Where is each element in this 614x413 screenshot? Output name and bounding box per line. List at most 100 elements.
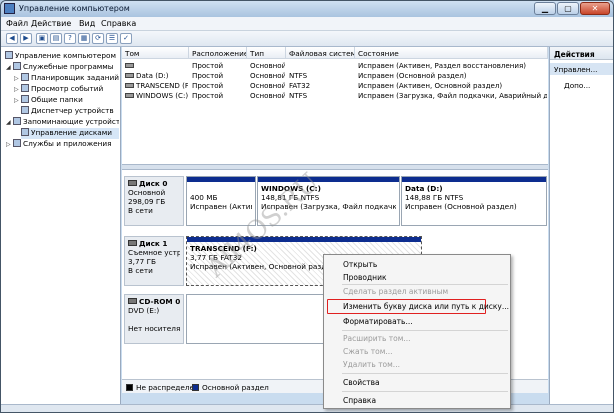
forward-icon[interactable]: ▶ xyxy=(20,33,32,44)
tree-item-label: Общие папки xyxy=(31,95,83,104)
up-folder-icon[interactable]: ▣ xyxy=(36,33,48,44)
cell-text: WINDOWS (C:) xyxy=(136,91,188,100)
table-cell: Простой xyxy=(192,81,246,91)
tree-item[interactable]: Просмотр событий xyxy=(21,84,119,95)
cell-text: Основной xyxy=(250,71,285,80)
checklist-icon[interactable]: ✓ xyxy=(120,33,132,44)
list-icon[interactable]: ☰ xyxy=(106,33,118,44)
context-menu-item[interactable]: Открыть xyxy=(324,259,510,271)
table-cell: TRANSCEND (F:) xyxy=(125,81,188,91)
cell-text: Простой xyxy=(192,81,224,90)
tree-item-label: Запоминающие устройст xyxy=(23,117,119,126)
cell-text: Основной xyxy=(250,91,285,100)
menu-action[interactable]: Действие xyxy=(31,19,71,28)
disk-0-name: Диск 0 xyxy=(139,179,168,188)
table-cell: Исправен (Загрузка, Файл подкачки, Авари… xyxy=(358,91,547,101)
tree-item[interactable]: Управление компьютером (л xyxy=(5,51,119,62)
tree-expander-icon[interactable]: ▷ xyxy=(14,97,19,104)
column-header[interactable]: Том xyxy=(122,47,189,59)
close-button[interactable]: ✕ xyxy=(580,2,610,15)
tree-expander-icon[interactable]: ◢ xyxy=(6,119,11,126)
cdrom-0-status: Нет носителя xyxy=(128,324,180,333)
partition-size: 148,88 ГБ NTFS xyxy=(405,193,464,202)
column-header[interactable]: Расположение xyxy=(189,47,247,59)
actions-disk-management[interactable]: Управлен... xyxy=(550,63,613,75)
minimize-button[interactable]: ▁ xyxy=(534,2,556,15)
show-hide-tree-icon[interactable]: ▤ xyxy=(50,33,62,44)
disk-1-label[interactable]: Диск 1 Съемное устро 3,77 ГБ В сети xyxy=(124,236,184,286)
partition-windows-c[interactable]: WINDOWS (C:) 148,81 ГБ NTFS Исправен (За… xyxy=(257,176,400,226)
tree-item[interactable]: Служебные программы xyxy=(13,62,119,73)
table-cell: Простой xyxy=(192,71,246,81)
tree-item[interactable]: Диспетчер устройств xyxy=(21,106,119,117)
partition-name: WINDOWS (C:) xyxy=(261,184,321,193)
help-icon[interactable]: ? xyxy=(64,33,76,44)
partition-size: 400 МБ xyxy=(190,193,218,202)
actions-more[interactable]: Допо... xyxy=(550,80,613,91)
context-menu-item[interactable]: Изменить букву диска или путь к диску... xyxy=(324,301,510,313)
computer-management-window: Управление компьютером ▁ ▢ ✕ Файл Действ… xyxy=(0,0,614,413)
cdrom-0-name: CD-ROM 0 xyxy=(139,297,180,306)
cell-text: Основной xyxy=(250,81,285,90)
table-cell: Основной xyxy=(250,71,285,81)
cdrom-0-label[interactable]: CD-ROM 0 DVD (E:) Нет носителя xyxy=(124,294,184,344)
column-header[interactable]: Тип xyxy=(247,47,286,59)
context-menu-item[interactable]: Справка xyxy=(324,395,510,407)
disk-0-size: 298,09 ГБ xyxy=(128,197,166,206)
back-icon[interactable]: ◀ xyxy=(6,33,18,44)
partition-status: Исправен (Активен xyxy=(190,202,252,211)
menu-separator xyxy=(342,330,508,331)
tree-node-icon xyxy=(21,95,29,103)
cell-text: Простой xyxy=(192,91,224,100)
tree-expander-icon[interactable]: ▷ xyxy=(6,141,11,148)
toolbar: ◀ ▶ ▣ ▤? ▦ ⟳ ☰ ✓ xyxy=(1,31,613,47)
context-menu-item[interactable]: Проводник xyxy=(324,272,510,284)
table-row[interactable]: WINDOWS (C:) Простой Основной NTFS Исправен … xyxy=(122,91,548,101)
tree-item-label: Службы и приложения xyxy=(23,139,112,148)
computer-management-icon xyxy=(4,3,15,14)
tree-item[interactable]: Службы и приложения xyxy=(13,139,119,150)
table-row[interactable]: Data (D:) Простой Основной NTFS Исправен (Ос… xyxy=(122,71,548,81)
partition-recovery[interactable]: 400 МБ Исправен (Активен xyxy=(186,176,256,226)
tree-item[interactable]: Общие папки xyxy=(21,95,119,106)
tree-expander-icon[interactable]: ▷ xyxy=(14,75,19,82)
tree-expander-icon[interactable]: ◢ xyxy=(6,64,11,71)
refresh-icon[interactable]: ⟳ xyxy=(92,33,104,44)
context-menu-item: Удалить том... xyxy=(343,360,400,369)
menu-view[interactable]: Вид xyxy=(79,19,95,28)
column-header[interactable]: Файловая система xyxy=(286,47,355,59)
tree-item[interactable]: Управление дисками xyxy=(21,128,119,139)
partition-size: 148,81 ГБ NTFS xyxy=(261,193,320,202)
table-row[interactable]: TRANSCEND (F:) Простой Основной FAT32 Исправ… xyxy=(122,81,548,91)
menu-help[interactable]: Справка xyxy=(101,19,136,28)
partition-status: Исправен (Загрузка, Файл подкачки, Ава xyxy=(261,202,396,211)
tree-node-icon xyxy=(13,117,21,125)
table-row[interactable]: Простой Основной Исправен (Активен, Раздел… xyxy=(122,61,548,71)
actions-pane: Действия Управлен... Допо... xyxy=(549,47,613,404)
tree-item-label: Управление компьютером (л xyxy=(15,51,119,60)
title-bar[interactable]: Управление компьютером ▁ ▢ ✕ xyxy=(1,1,613,17)
tree-item[interactable]: Планировщик заданий xyxy=(21,73,119,84)
tree-node-icon xyxy=(13,139,21,147)
cell-text: Простой xyxy=(192,71,224,80)
menu-file[interactable]: Файл xyxy=(6,19,28,28)
partition-name: TRANSCEND (F:) xyxy=(190,244,257,253)
tree-item-label: Служебные программы xyxy=(23,62,114,71)
cell-text: Data (D:) xyxy=(136,71,169,80)
tree-node-icon xyxy=(21,84,29,92)
tree-expander-icon[interactable]: ▷ xyxy=(14,86,19,93)
partition-data-d[interactable]: Data (D:) 148,88 ГБ NTFS Исправен (Основ… xyxy=(401,176,547,226)
disk-0-label[interactable]: Диск 0 Основной 298,09 ГБ В сети xyxy=(124,176,184,226)
maximize-button[interactable]: ▢ xyxy=(557,2,579,15)
cell-text: NTFS xyxy=(289,71,308,80)
context-menu-item[interactable]: Форматировать... xyxy=(324,316,510,328)
disk-1-status: В сети xyxy=(128,266,153,275)
table-cell: Основной xyxy=(250,81,285,91)
tree-item-label: Планировщик заданий xyxy=(31,73,119,82)
tree-item[interactable]: Запоминающие устройст xyxy=(13,117,119,128)
context-menu-item[interactable]: Свойства xyxy=(324,377,510,389)
properties-icon[interactable]: ▦ xyxy=(78,33,90,44)
tree-node-icon xyxy=(21,73,29,81)
context-menu-item: Расширить том... xyxy=(343,334,411,343)
column-header[interactable]: Состояние xyxy=(355,47,548,59)
